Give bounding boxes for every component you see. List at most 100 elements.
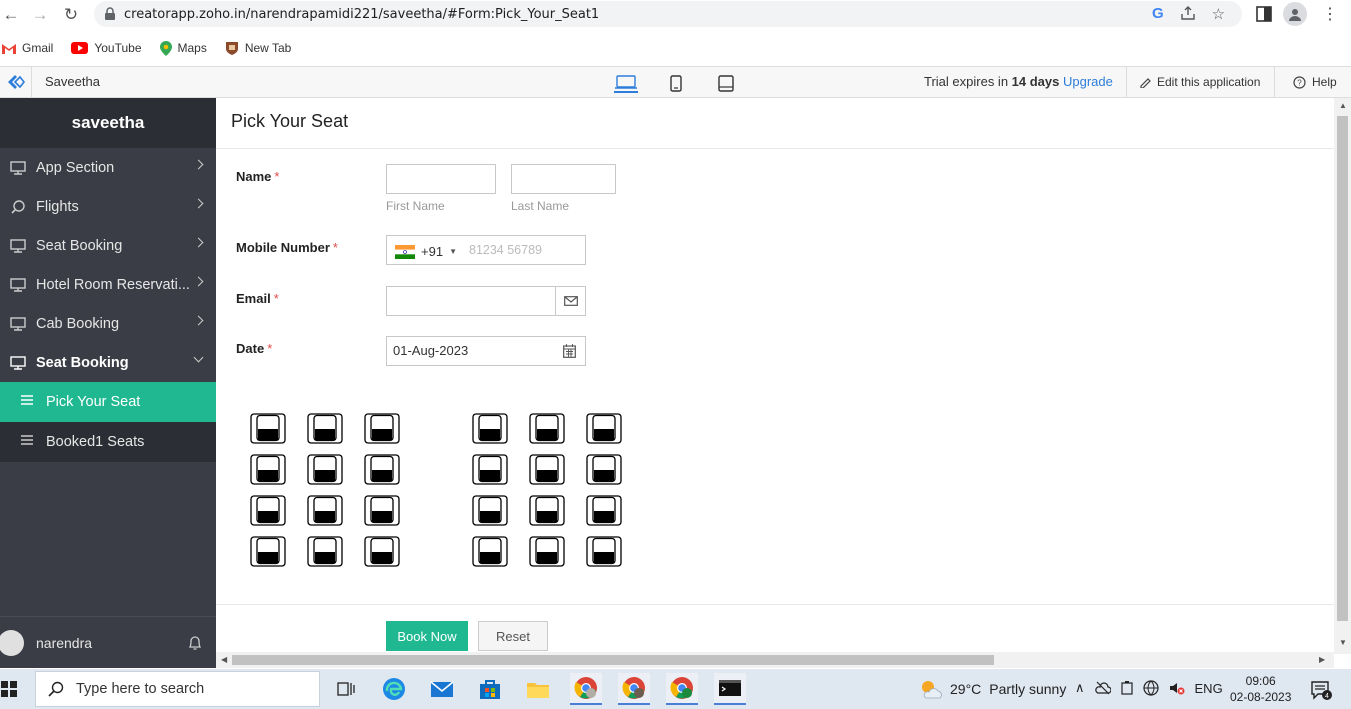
notification-icon[interactable]: 4 — [1310, 680, 1332, 703]
vertical-scrollbar[interactable]: ▲ ▼ — [1334, 98, 1351, 654]
chrome-profile-3-icon[interactable] — [666, 673, 698, 705]
file-explorer-icon[interactable] — [522, 673, 554, 705]
seat-icon[interactable] — [364, 495, 400, 526]
bookmark-maps[interactable]: Maps — [159, 40, 207, 56]
bookmark-new-tab[interactable]: New Tab — [225, 41, 291, 55]
device-preview-switch — [614, 73, 738, 93]
store-icon[interactable] — [474, 673, 506, 705]
globe-icon[interactable] — [1142, 680, 1159, 696]
seat-icon[interactable] — [307, 413, 343, 444]
date-label-text: Date — [236, 341, 265, 356]
seat-icon[interactable] — [250, 536, 286, 567]
seat-icon[interactable] — [307, 495, 343, 526]
scroll-right-icon[interactable]: ▶ — [1319, 655, 1325, 664]
email-field[interactable] — [386, 286, 586, 316]
sidebar-item-hotel-room[interactable]: Hotel Room Reservati... — [0, 265, 216, 304]
task-view-icon[interactable] — [330, 673, 362, 705]
weather-widget[interactable]: 29°C Partly sunny — [918, 678, 1066, 700]
seat-icon[interactable] — [250, 454, 286, 485]
sidebar-subitem-booked-seats[interactable]: Booked1 Seats — [0, 422, 216, 462]
profile-icon[interactable] — [1283, 2, 1307, 26]
last-name-input[interactable] — [511, 164, 616, 194]
seat-icon[interactable] — [586, 413, 622, 444]
cloud-off-icon[interactable] — [1094, 681, 1111, 695]
edit-application-button[interactable]: Edit this application — [1126, 67, 1272, 97]
address-bar[interactable]: creatorapp.zoho.in/narendrapamidi221/sav… — [94, 1, 1242, 27]
scroll-thumb[interactable] — [232, 655, 994, 665]
upgrade-link[interactable]: Upgrade — [1063, 74, 1113, 89]
seat-icon[interactable] — [472, 413, 508, 444]
help-button[interactable]: ? Help — [1274, 67, 1349, 97]
edge-icon[interactable] — [378, 673, 410, 705]
seat-icon[interactable] — [307, 536, 343, 567]
language-indicator[interactable]: ENG — [1195, 681, 1223, 696]
seat-icon[interactable] — [529, 536, 565, 567]
mobile-icon[interactable] — [664, 73, 688, 93]
windows-start-icon[interactable] — [0, 669, 18, 709]
seat-icon[interactable] — [529, 454, 565, 485]
side-panel-icon[interactable] — [1256, 6, 1272, 22]
bell-icon[interactable] — [188, 635, 202, 651]
chrome-profile-1-icon[interactable] — [570, 673, 602, 705]
zoho-logo-icon[interactable] — [0, 67, 32, 97]
menu-icon[interactable]: ⋮ — [1322, 4, 1338, 24]
volume-muted-icon[interactable] — [1169, 681, 1185, 695]
reload-icon[interactable]: ↻ — [58, 2, 84, 28]
search-icon — [48, 681, 64, 697]
forward-icon[interactable]: → — [27, 2, 53, 28]
reset-button[interactable]: Reset — [478, 621, 548, 651]
google-icon[interactable]: G — [1152, 5, 1164, 23]
sidebar-item-flights[interactable]: Flights — [0, 187, 216, 226]
seat-icon[interactable] — [586, 536, 622, 567]
chrome-profile-2-icon[interactable] — [618, 673, 650, 705]
clock[interactable]: 09:06 02-08-2023 — [1230, 673, 1291, 705]
laptop-icon[interactable] — [614, 73, 638, 93]
chevron-up-icon[interactable]: ∧ — [1075, 680, 1085, 696]
required-mark: * — [332, 240, 338, 255]
seat-icon[interactable] — [364, 536, 400, 567]
seat-icon[interactable] — [472, 454, 508, 485]
terminal-icon[interactable] — [714, 673, 746, 705]
bookmark-youtube[interactable]: YouTube — [71, 41, 142, 55]
seat-icon[interactable] — [472, 495, 508, 526]
date-field[interactable]: 01-Aug-2023 — [386, 336, 586, 366]
seat-icon[interactable] — [586, 495, 622, 526]
sidebar-item-seat-booking-open[interactable]: Seat Booking — [0, 343, 216, 382]
book-now-button[interactable]: Book Now — [386, 621, 468, 651]
chevron-down-icon — [193, 352, 204, 363]
mobile-placeholder[interactable]: 81234 56789 — [469, 243, 542, 257]
scroll-left-icon[interactable]: ◀ — [221, 655, 227, 664]
sidebar-subitem-pick-your-seat[interactable]: Pick Your Seat — [0, 382, 216, 422]
seat-icon[interactable] — [250, 413, 286, 444]
sidebar-item-app-section[interactable]: App Section — [0, 148, 216, 187]
seat-icon[interactable] — [364, 413, 400, 444]
seat-icon[interactable] — [250, 495, 286, 526]
sidebar-item-seat-booking[interactable]: Seat Booking — [0, 226, 216, 265]
sidebar-item-cab-booking[interactable]: Cab Booking — [0, 304, 216, 343]
taskbar-search[interactable]: Type here to search — [35, 671, 320, 707]
seat-icon[interactable] — [472, 536, 508, 567]
seat-icon[interactable] — [529, 413, 565, 444]
scroll-up-icon[interactable]: ▲ — [1339, 101, 1347, 110]
first-name-input[interactable] — [386, 164, 496, 194]
avatar[interactable] — [0, 629, 24, 656]
seat-icon[interactable] — [586, 454, 622, 485]
country-code-select[interactable]: +91 ▼ — [395, 244, 457, 259]
help-icon: ? — [1293, 75, 1306, 89]
seat-icon[interactable] — [529, 495, 565, 526]
tablet-icon[interactable] — [714, 73, 738, 93]
scroll-down-icon[interactable]: ▼ — [1339, 638, 1347, 647]
seat-icon[interactable] — [364, 454, 400, 485]
taskbar-apps — [330, 673, 746, 705]
bookmark-gmail[interactable]: Gmail — [2, 41, 53, 55]
calendar-icon[interactable] — [563, 344, 576, 358]
date-value: 01-Aug-2023 — [393, 343, 469, 358]
horizontal-scrollbar[interactable]: ◀ ▶ — [216, 652, 1334, 668]
back-icon[interactable]: ← — [0, 2, 24, 28]
mail-icon[interactable] — [426, 673, 458, 705]
share-icon[interactable] — [1180, 5, 1196, 21]
seat-icon[interactable] — [307, 454, 343, 485]
star-icon[interactable]: ☆ — [1212, 5, 1225, 23]
battery-icon[interactable] — [1120, 681, 1133, 695]
scroll-thumb[interactable] — [1337, 116, 1348, 621]
